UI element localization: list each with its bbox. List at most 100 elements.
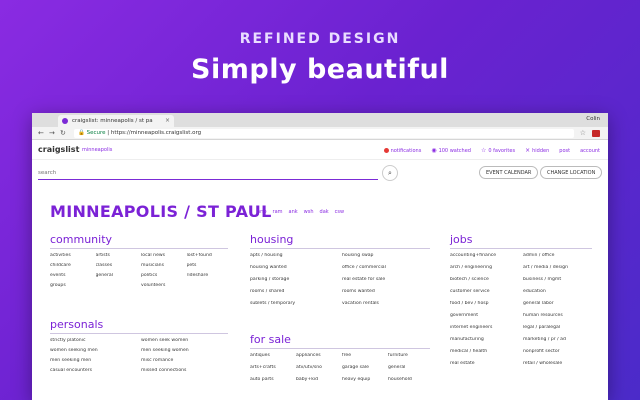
category-link[interactable]: food / bev / hosp [450,301,519,306]
category-link[interactable]: apts / housing [250,253,338,258]
category-link[interactable]: atv/utv/sno [296,365,338,370]
category-link[interactable]: marketing / pr / ad [523,337,592,342]
category-link[interactable]: human resources [523,313,592,318]
category-link[interactable]: housing swap [342,253,430,258]
category-link[interactable] [187,283,229,288]
back-icon[interactable]: ← [38,129,44,137]
category-link[interactable]: artists [96,253,138,258]
category-link[interactable] [96,283,138,288]
category-link[interactable]: musicians [141,263,183,268]
category-link[interactable]: arts+crafts [250,365,292,370]
search-input[interactable] [38,166,378,180]
category-link[interactable]: classes [96,263,138,268]
event-calendar-button[interactable]: EVENT CALENDAR [479,166,539,179]
section-title[interactable]: personals [50,318,228,334]
category-link[interactable]: medical / health [450,349,519,354]
category-link[interactable]: vacation rentals [342,301,430,306]
category-link[interactable]: business / mgmt [523,277,592,282]
category-link[interactable]: office / commercial [342,265,430,270]
category-link[interactable]: general [388,365,430,370]
category-link[interactable]: sublets / temporary [250,301,338,306]
category-link[interactable]: housing wanted [250,265,338,270]
close-icon[interactable]: × [165,117,170,124]
category-link[interactable]: rooms wanted [342,289,430,294]
nearby-city-link[interactable]: dak [320,209,329,215]
browser-tab[interactable]: craigslist: minneapolis / st pa × [58,115,174,127]
category-link[interactable]: women seeking men [50,348,137,353]
tab-bar: craigslist: minneapolis / st pa × Colin [32,113,608,127]
change-location-button[interactable]: CHANGE LOCATION [540,166,603,179]
category-link[interactable]: auto parts [250,377,292,382]
section-title[interactable]: housing [250,233,430,249]
section-title[interactable]: jobs [450,233,592,249]
search-icon[interactable]: ⌕ [382,165,398,181]
category-link[interactable]: arch / engineering [450,265,519,270]
watched-link[interactable]: ◉ 100 watched [431,147,471,154]
category-link[interactable]: household [388,377,430,382]
window-user[interactable]: Colin [586,116,600,122]
secure-label: Secure [86,130,106,136]
site-logo[interactable]: craigslist [38,145,79,154]
category-link[interactable]: activities [50,253,92,258]
category-link[interactable]: art / media / design [523,265,592,270]
post-link[interactable]: post [559,147,570,154]
category-link[interactable]: general labor [523,301,592,306]
category-link[interactable]: politics [141,273,183,278]
category-link[interactable]: accounting+finance [450,253,519,258]
category-link[interactable]: groups [50,283,92,288]
category-link[interactable]: government [450,313,519,318]
category-link[interactable]: internet engineers [450,325,519,330]
category-link[interactable]: antiques [250,353,292,358]
category-link[interactable]: parking / storage [250,277,338,282]
category-link[interactable]: events [50,273,92,278]
section-title[interactable]: community [50,233,228,249]
notifications-link[interactable]: notifications [383,147,421,154]
category-link[interactable]: men seeking women [141,348,228,353]
nearby-city-link[interactable]: csw [335,209,344,215]
category-link[interactable]: real estate [450,361,519,366]
category-link[interactable]: furniture [388,353,430,358]
category-link[interactable]: pets [187,263,229,268]
nearby-city-link[interactable]: ank [289,209,298,215]
favorites-link[interactable]: ☆ 0 favorites [481,147,515,154]
account-link[interactable]: account [580,147,600,154]
category-link[interactable]: retail / wholesale [523,361,592,366]
category-link[interactable]: legal / paralegal [523,325,592,330]
category-link[interactable]: strictly platonic [50,338,137,343]
hidden-link[interactable]: × hidden [525,147,549,154]
section-title[interactable]: for sale [250,333,430,349]
category-link[interactable]: appliances [296,353,338,358]
category-link[interactable]: local news [141,253,183,258]
category-link[interactable]: garage sale [342,365,384,370]
star-icon[interactable]: ☆ [580,129,586,137]
category-link[interactable]: baby+kid [296,377,338,382]
url-input[interactable]: 🔒 Secure | https://minneapolis.craigslis… [74,129,574,138]
category-link[interactable]: heavy equip [342,377,384,382]
category-link[interactable]: women seek women [141,338,228,343]
category-link[interactable]: manufacturing [450,337,519,342]
category-link[interactable]: general [96,273,138,278]
extension-icon[interactable] [592,130,600,137]
category-link[interactable]: admin / office [523,253,592,258]
category-link[interactable]: misc romance [141,358,228,363]
nearby-city-link[interactable]: hnp [257,209,267,215]
category-link[interactable]: volunteers [141,283,183,288]
forward-icon[interactable]: → [49,129,55,137]
category-link[interactable]: customer service [450,289,519,294]
category-link[interactable]: men seeking men [50,358,137,363]
category-link[interactable]: education [523,289,592,294]
category-link[interactable]: childcare [50,263,92,268]
category-link[interactable]: free [342,353,384,358]
nearby-city-link[interactable]: wsh [304,209,314,215]
category-link[interactable]: lost+found [187,253,229,258]
reload-icon[interactable]: ↻ [60,129,66,137]
city-link[interactable]: minneapolis [82,147,112,153]
nearby-city-link[interactable]: ram [273,209,283,215]
category-link[interactable]: missed connections [141,368,228,373]
category-link[interactable]: rooms / shared [250,289,338,294]
category-link[interactable]: nonprofit sector [523,349,592,354]
category-link[interactable]: rideshare [187,273,229,278]
category-link[interactable]: biotech / science [450,277,519,282]
category-link[interactable]: casual encounters [50,368,137,373]
category-link[interactable]: real estate for sale [342,277,430,282]
